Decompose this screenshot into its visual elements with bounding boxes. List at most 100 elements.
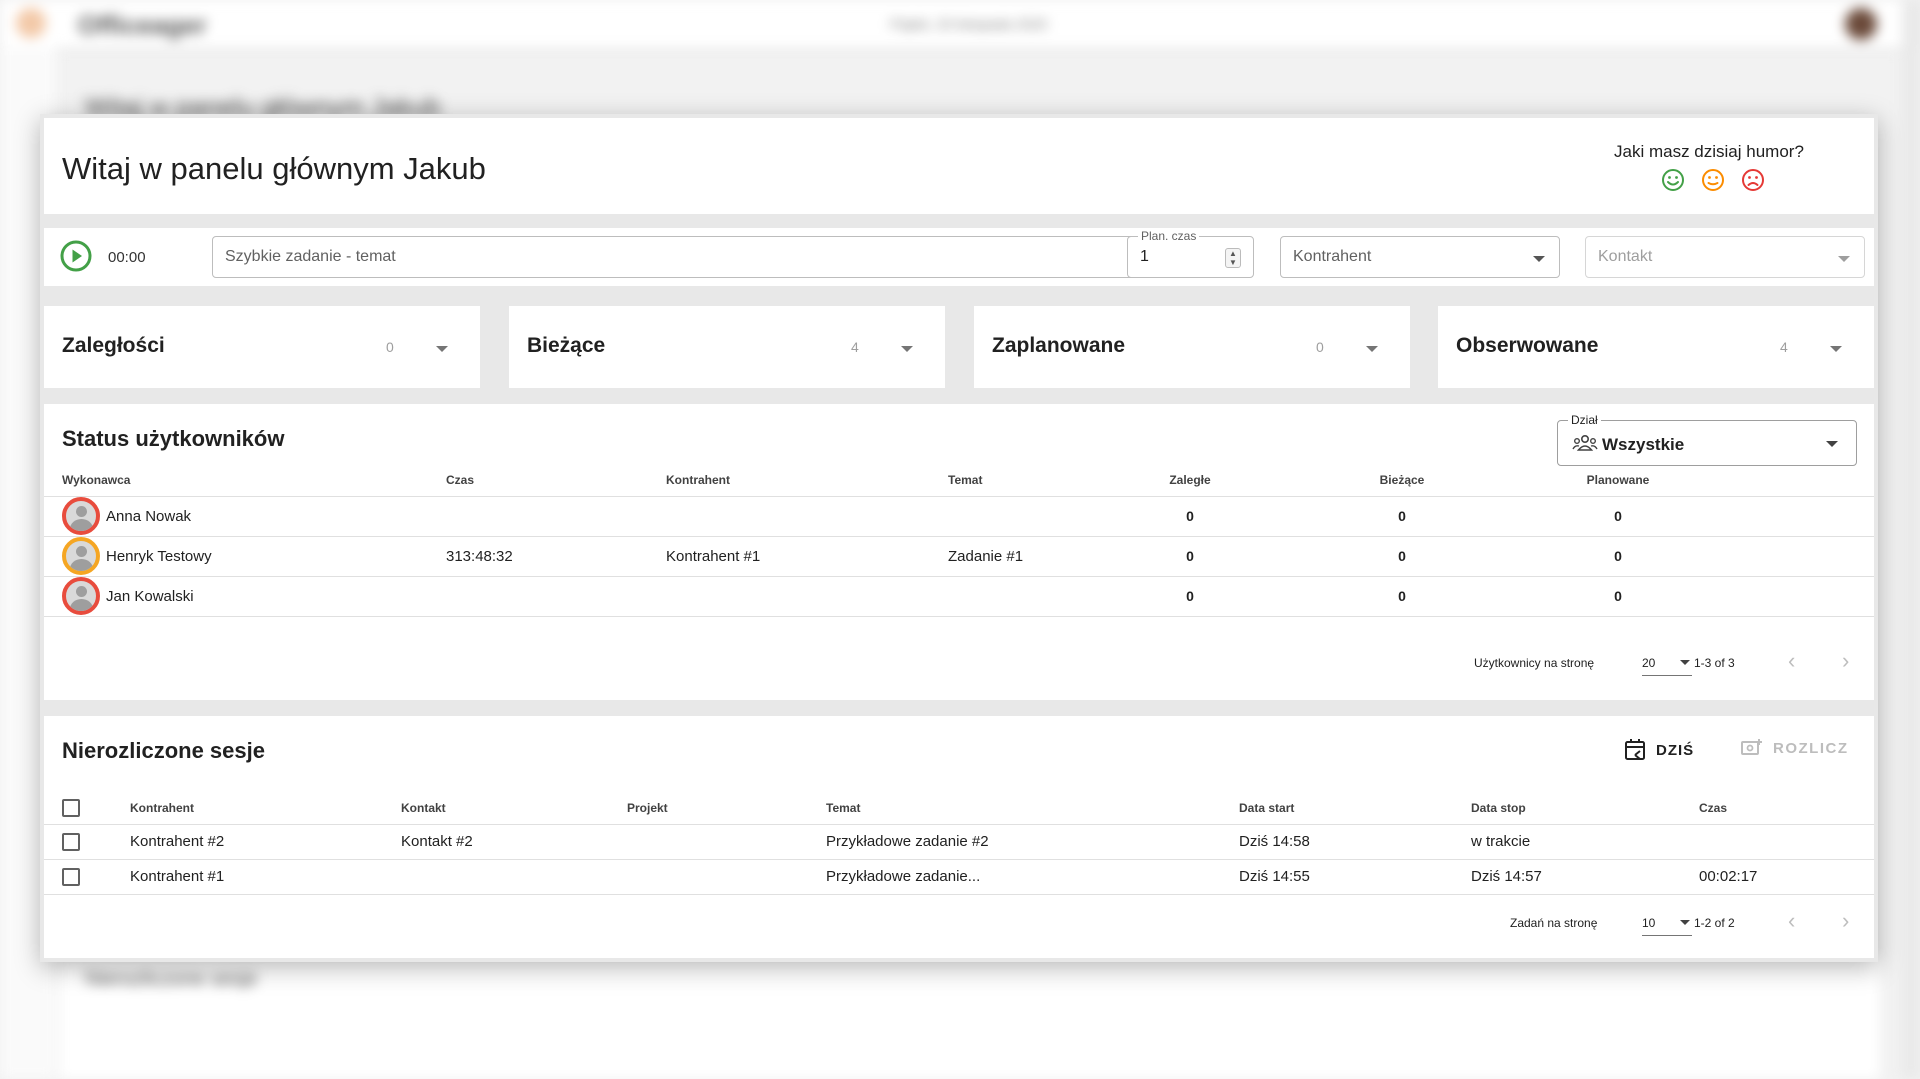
column-header[interactable]: Data stop	[1471, 792, 1699, 825]
table-row[interactable]: Anna Nowak 0 0 0	[44, 496, 1874, 537]
smile-sad-icon[interactable]	[1741, 168, 1765, 192]
temat-cell: Przykładowe zadanie...	[826, 859, 1239, 895]
column-header[interactable]: Czas	[1699, 792, 1874, 825]
table-header-row: Wykonawca Czas Kontrahent Temat Zaległe …	[44, 464, 1874, 497]
czas-cell: 00:02:17	[1699, 859, 1874, 895]
column-header[interactable]: Kontrahent	[666, 464, 948, 497]
planowane-cell: 0	[1562, 496, 1674, 537]
quick-task-bar: 00:00 Plan. czas ▲▼	[44, 228, 1874, 286]
section-title: Status użytkowników	[62, 426, 285, 451]
stat-card-zaplanowane[interactable]: Zaplanowane 0	[974, 306, 1410, 388]
column-header[interactable]: Wykonawca	[44, 464, 446, 497]
mood-selector	[1661, 168, 1765, 192]
kontakt-input[interactable]	[1586, 237, 1864, 277]
sessions-table: Kontrahent Kontakt Projekt Temat Data st…	[44, 792, 1874, 895]
kontrahent-select[interactable]	[1280, 236, 1560, 278]
column-header[interactable]: Czas	[446, 464, 666, 497]
number-stepper-icon[interactable]: ▲ ▼	[1225, 248, 1241, 268]
column-header[interactable]: Bieżące	[1242, 464, 1562, 497]
biezace-cell: 0	[1242, 496, 1562, 537]
rows-per-page-select[interactable]: 20	[1642, 652, 1692, 676]
stat-card-zaleglosci[interactable]: Zaległości 0	[44, 306, 480, 388]
chevron-down-icon	[901, 346, 913, 352]
chevron-down-icon	[436, 346, 448, 352]
stat-card-obserwowane[interactable]: Obserwowane 4	[1438, 306, 1874, 388]
table-row[interactable]: Kontrahent #2 Kontakt #2 Przykładowe zad…	[44, 824, 1874, 860]
start-cell: Dziś 14:58	[1239, 824, 1471, 860]
users-status-table: Wykonawca Czas Kontrahent Temat Zaległe …	[44, 464, 1874, 617]
dzial-value: Wszystkie	[1602, 435, 1685, 454]
dzial-label: Dział	[1568, 413, 1601, 427]
kontrahent-cell	[666, 496, 948, 537]
user-cell: Jan Kowalski	[44, 577, 446, 615]
kontakt-cell: Kontakt #2	[401, 824, 627, 860]
users-status-card: Status użytkowników Dział Wszystkie Wyko…	[44, 404, 1874, 700]
column-spacer	[1674, 464, 1874, 497]
select-all-checkbox[interactable]	[62, 798, 80, 817]
chevron-right-icon[interactable]: ›	[1842, 650, 1849, 672]
settle-button[interactable]: ROZLICZ	[1741, 738, 1849, 758]
column-header[interactable]: Data start	[1239, 792, 1471, 825]
timer-display: 00:00	[108, 249, 146, 266]
sessions-card: Nierozliczone sesje DZIŚ ROZLICZ Kontrah…	[44, 716, 1874, 958]
table-row[interactable]: Henryk Testowy 313:48:32 Kontrahent #1 Z…	[44, 536, 1874, 577]
projekt-cell	[627, 859, 826, 895]
today-button[interactable]: DZIŚ	[1624, 738, 1694, 762]
rows-per-page-value: 20	[1642, 656, 1656, 670]
row-checkbox[interactable]	[62, 832, 80, 851]
page-title: Witaj w panelu głównym Jakub	[62, 151, 486, 186]
background-lower-title: Nierozliczone sesje	[85, 968, 258, 990]
smile-happy-icon[interactable]	[1661, 168, 1685, 192]
quick-task-topic-input[interactable]	[213, 237, 1141, 277]
column-header[interactable]: Kontakt	[401, 792, 627, 825]
kontakt-select[interactable]	[1585, 236, 1865, 278]
stat-name: Bieżące	[527, 334, 606, 357]
column-header[interactable]: Temat	[948, 464, 1138, 497]
user-cell: Henryk Testowy	[44, 537, 446, 575]
user-cell: Anna Nowak	[44, 497, 446, 535]
stat-name: Zaległości	[62, 334, 165, 357]
avatar	[62, 537, 100, 575]
today-label: DZIŚ	[1656, 741, 1695, 759]
dzial-select[interactable]: Dział Wszystkie	[1557, 413, 1857, 466]
czas-cell: 313:48:32	[446, 536, 666, 577]
smile-neutral-icon[interactable]	[1701, 168, 1725, 192]
column-header[interactable]: Projekt	[627, 792, 826, 825]
background-app-name: Officeager	[78, 10, 207, 40]
section-title: Nierozliczone sesje	[62, 738, 265, 763]
czas-cell	[1699, 824, 1874, 860]
stat-card-biezace[interactable]: Bieżące 4	[509, 306, 945, 388]
pagination-range: 1-2 of 2	[1694, 916, 1735, 930]
avatar	[62, 497, 100, 535]
kontrahent-cell	[666, 576, 948, 617]
plan-time-field: Plan. czas ▲▼	[1127, 229, 1254, 278]
rows-per-page-select[interactable]: 10	[1642, 912, 1692, 936]
column-header[interactable]: Temat	[826, 792, 1239, 825]
stat-count: 4	[1780, 339, 1788, 355]
pagination-range: 1-3 of 3	[1694, 656, 1735, 670]
temat-cell: Zadanie #1	[948, 536, 1138, 577]
stat-name: Zaplanowane	[992, 334, 1126, 357]
row-checkbox[interactable]	[62, 867, 80, 886]
zalegle-cell: 0	[1138, 496, 1242, 537]
column-header[interactable]: Kontrahent	[130, 792, 401, 825]
play-timer-icon[interactable]	[60, 240, 92, 272]
projekt-cell	[627, 824, 826, 860]
app-logo	[16, 8, 46, 38]
table-row[interactable]: Kontrahent #1 Przykładowe zadanie... Dzi…	[44, 859, 1874, 895]
rows-per-page-value: 10	[1642, 916, 1656, 930]
chevron-right-icon[interactable]: ›	[1842, 910, 1849, 932]
kontrahent-cell: Kontrahent #1	[130, 859, 401, 895]
chevron-left-icon[interactable]: ‹	[1788, 650, 1795, 672]
chevron-left-icon[interactable]: ‹	[1788, 910, 1795, 932]
czas-cell	[446, 576, 666, 617]
user-name: Anna Nowak	[106, 507, 192, 525]
column-header[interactable]: Zaległe	[1138, 464, 1242, 497]
stat-count: 0	[386, 339, 394, 355]
column-header[interactable]: Planowane	[1562, 464, 1674, 497]
table-row[interactable]: Jan Kowalski 0 0 0	[44, 576, 1874, 617]
chevron-down-icon	[1680, 660, 1690, 665]
background-scrollbar	[1902, 0, 1920, 1079]
kontrahent-input[interactable]	[1281, 237, 1559, 277]
avatar	[62, 577, 100, 615]
